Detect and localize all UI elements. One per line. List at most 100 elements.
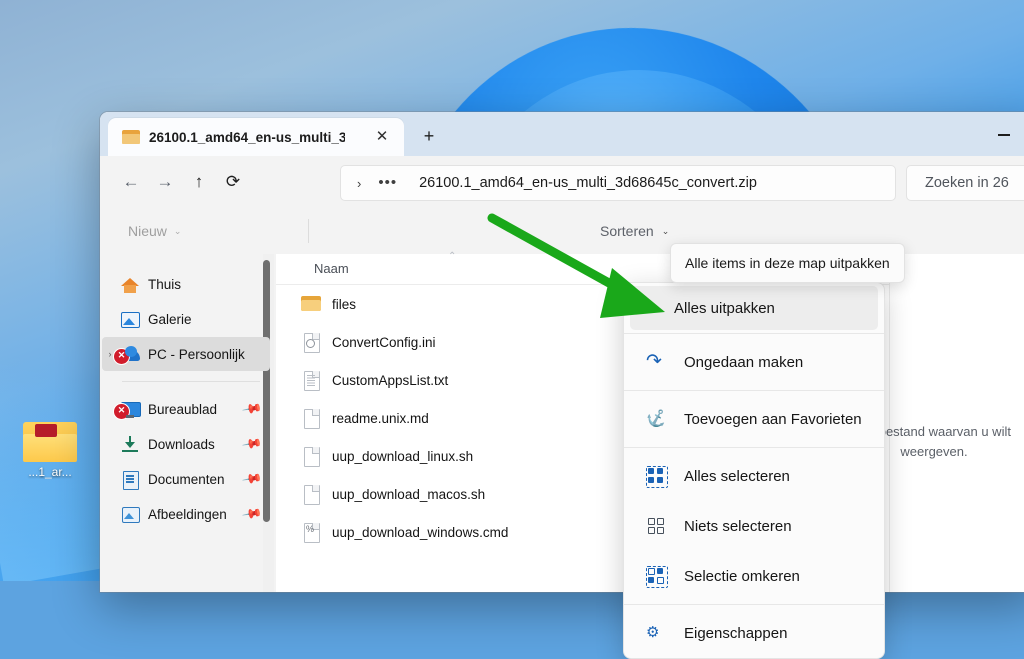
- up-button[interactable]: ↑: [182, 165, 216, 199]
- menu-item-niets-selecteren[interactable]: Niets selecteren: [624, 501, 884, 551]
- menu-item-label: Alles uitpakken: [674, 299, 775, 317]
- pictures-icon: [120, 504, 140, 524]
- file-name: uup_download_macos.sh: [332, 486, 486, 502]
- context-menu: Alles uitpakken ↷ Ongedaan maken ⚓ Toevo…: [623, 282, 885, 659]
- menu-item-ongedaan-maken[interactable]: ↷ Ongedaan maken: [624, 337, 884, 387]
- onedrive-cloud-icon: ✕: [113, 344, 140, 365]
- menu-item-label: Niets selecteren: [684, 517, 792, 535]
- sidebar-item-label: Bureaublad: [148, 401, 218, 417]
- undo-icon: ↷: [646, 351, 662, 372]
- tab-active[interactable]: 26100.1_amd64_en-us_multi_3d ✕: [108, 118, 404, 156]
- sort-button[interactable]: Sorteren ⌄: [590, 215, 679, 247]
- new-button[interactable]: Nieuw ⌄: [116, 215, 193, 247]
- menu-item-toevoegen-aan-favorieten[interactable]: ⚓ Toevoegen aan Favorieten: [624, 394, 884, 444]
- invert-selection-icon: [646, 565, 668, 588]
- desktop-icon-label: ...1_ar...: [28, 465, 72, 479]
- blank-file-icon: [300, 445, 322, 467]
- back-button[interactable]: ←: [114, 165, 148, 199]
- tooltip-text: Alle items in deze map uitpakken: [685, 255, 890, 271]
- menu-separator: [624, 390, 884, 391]
- sidebar-item-label: Downloads: [148, 436, 215, 452]
- sidebar-item-label: Afbeeldingen: [148, 506, 227, 522]
- minimize-icon: [998, 134, 1010, 136]
- menu-item-label: Ongedaan maken: [684, 353, 804, 371]
- home-icon: [120, 274, 140, 294]
- downloads-icon: [120, 434, 140, 454]
- file-name: uup_download_windows.cmd: [332, 524, 509, 540]
- navigation-bar: ← → ↑ ⟳ › ••• 26100.1_amd64_en-us_multi_…: [100, 156, 1024, 208]
- sidebar-item-label: Thuis: [148, 276, 182, 292]
- sort-button-label: Sorteren: [600, 223, 654, 239]
- chevron-down-icon: ⌄: [173, 225, 182, 236]
- sort-ascending-icon: ⌃: [448, 251, 457, 262]
- sidebar-item-label: PC - Persoonlijk: [148, 346, 245, 362]
- folder-icon: [122, 130, 140, 144]
- window-titlebar: 26100.1_amd64_en-us_multi_3d ✕ +: [100, 112, 1024, 156]
- sync-error-badge-icon: ✕: [113, 403, 130, 420]
- column-header-naam[interactable]: Naam: [314, 261, 349, 276]
- properties-icon: ⚙: [646, 624, 660, 641]
- forward-button[interactable]: →: [148, 165, 182, 199]
- sidebar-item-label: Galerie: [148, 311, 192, 327]
- sync-error-badge-icon: ✕: [113, 348, 130, 365]
- minimize-button[interactable]: [990, 124, 1018, 144]
- select-all-icon: [646, 465, 668, 488]
- tooltip: Alle items in deze map uitpakken: [670, 243, 905, 283]
- menu-item-label: Eigenschappen: [684, 624, 788, 642]
- file-name: uup_download_linux.sh: [332, 448, 474, 464]
- gallery-icon: [120, 309, 140, 329]
- new-tab-button[interactable]: +: [418, 125, 440, 147]
- new-button-label: Nieuw: [128, 223, 167, 239]
- menu-item-eigenschappen[interactable]: ⚙ Eigenschappen: [624, 608, 884, 658]
- sidebar-item-downloads[interactable]: Downloads 📌: [102, 427, 270, 461]
- file-name: files: [332, 296, 357, 312]
- menu-item-selectie-omkeren[interactable]: Selectie omkeren: [624, 551, 884, 601]
- file-explorer-window: 26100.1_amd64_en-us_multi_3d ✕ + ← → ↑ ⟳…: [100, 112, 1024, 592]
- menu-separator: [624, 604, 884, 605]
- chevron-right-icon[interactable]: ›: [357, 176, 361, 191]
- menu-separator: [624, 447, 884, 448]
- menu-item-label: Toevoegen aan Favorieten: [684, 410, 862, 428]
- sidebar-item-pc-persoonlijk[interactable]: › ✕ PC - Persoonlijk: [102, 337, 270, 371]
- folder-front: [23, 434, 77, 462]
- sidebar-item-afbeeldingen[interactable]: Afbeeldingen 📌: [102, 497, 270, 531]
- pin-icon[interactable]: 📌: [241, 398, 263, 420]
- folder-icon: [300, 293, 322, 315]
- preview-pane: het bestand waarvan u wilt weergeven.: [857, 254, 1024, 592]
- sidebar-item-galerie[interactable]: Galerie: [102, 302, 270, 336]
- tab-title: 26100.1_amd64_en-us_multi_3d: [149, 129, 345, 145]
- pin-icon[interactable]: 📌: [241, 503, 263, 525]
- desktop-icon: ✕: [113, 399, 141, 420]
- search-box[interactable]: Zoeken in 26: [906, 165, 1024, 201]
- address-bar[interactable]: › ••• 26100.1_amd64_en-us_multi_3d68645c…: [340, 165, 896, 201]
- file-name: CustomAppsList.txt: [332, 372, 449, 388]
- sidebar-item-thuis[interactable]: Thuis: [102, 267, 270, 301]
- breadcrumb-overflow-icon[interactable]: •••: [378, 175, 397, 190]
- sidebar-item-label: Documenten: [148, 471, 225, 487]
- navigation-pane: Thuis Galerie › ✕ PC - Persoonlijk ✕ Bur…: [100, 254, 276, 592]
- search-placeholder: Zoeken in 26: [925, 175, 1009, 191]
- menu-item-alles-selecteren[interactable]: Alles selecteren: [624, 451, 884, 501]
- select-none-icon: [646, 515, 668, 537]
- menu-item-alles-uitpakken[interactable]: Alles uitpakken: [630, 286, 878, 330]
- ini-file-icon: [300, 331, 322, 353]
- desktop-icon-zip-folder[interactable]: ...1_ar...: [2, 420, 98, 479]
- close-icon[interactable]: ✕: [374, 129, 390, 145]
- pin-icon: ⚓: [642, 404, 671, 432]
- menu-item-label: Alles selecteren: [684, 467, 790, 485]
- documents-icon: [120, 469, 140, 490]
- command-bar-divider: [308, 219, 309, 243]
- zip-folder-icon: [23, 420, 77, 462]
- address-path-text: 26100.1_amd64_en-us_multi_3d68645c_conve…: [419, 175, 757, 191]
- refresh-button[interactable]: ⟳: [216, 165, 250, 199]
- window-body: Thuis Galerie › ✕ PC - Persoonlijk ✕ Bur…: [100, 251, 1024, 592]
- text-file-icon: [300, 369, 322, 391]
- file-name: ConvertConfig.ini: [332, 334, 436, 350]
- pin-icon[interactable]: 📌: [241, 468, 263, 490]
- sidebar-item-documenten[interactable]: Documenten 📌: [102, 462, 270, 496]
- sidebar-item-bureaublad[interactable]: ✕ Bureaublad 📌: [102, 392, 270, 426]
- pin-icon[interactable]: 📌: [241, 433, 263, 455]
- blank-file-icon: [300, 407, 322, 429]
- sidebar-divider: [122, 381, 260, 382]
- file-name: readme.unix.md: [332, 410, 429, 426]
